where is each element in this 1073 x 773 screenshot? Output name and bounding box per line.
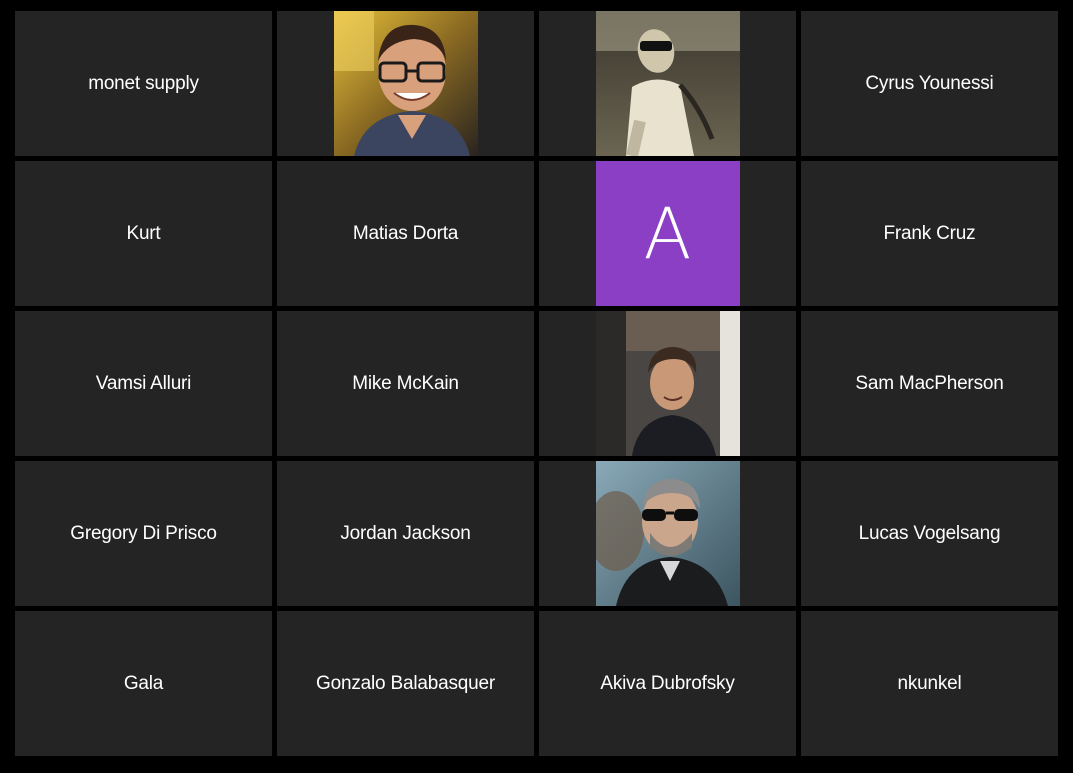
participant-tile[interactable]: Mike McKain [277,311,534,456]
participant-tile[interactable]: Gregory Di Prisco [15,461,272,606]
participant-name: Cyrus Younessi [865,72,994,94]
participant-name: Lucas Vogelsang [858,522,1001,544]
participant-tile[interactable]: Cyrus Younessi [801,11,1058,156]
participant-tile[interactable]: A [539,161,796,306]
participant-tile[interactable]: monet supply [15,11,272,156]
participant-name: Mike McKain [352,372,459,394]
participant-tile[interactable]: Kurt [15,161,272,306]
participant-tile[interactable]: Vamsi Alluri [15,311,272,456]
participant-name: Gonzalo Balabasquer [316,672,495,694]
participant-name: Sam MacPherson [855,372,1004,394]
participant-tile[interactable] [539,11,796,156]
participant-name: Kurt [126,222,161,244]
avatar: A [595,161,740,306]
participant-video-icon [595,461,740,606]
participant-tile[interactable]: Gonzalo Balabasquer [277,611,534,756]
participant-video-icon [595,11,740,156]
participant-name: Matias Dorta [352,222,459,244]
participant-name: Jordan Jackson [340,522,471,544]
participant-tile[interactable]: Lucas Vogelsang [801,461,1058,606]
participant-tile[interactable]: Akiva Dubrofsky [539,611,796,756]
participant-name: Akiva Dubrofsky [600,672,735,694]
participant-tile[interactable]: Gala [15,611,272,756]
participant-video-icon [595,311,740,456]
participant-grid: monet supply Cyrus Younessi Kurt Matias … [15,11,1058,756]
participant-tile[interactable]: Jordan Jackson [277,461,534,606]
participant-tile[interactable]: Frank Cruz [801,161,1058,306]
participant-tile[interactable]: Matias Dorta [277,161,534,306]
participant-name: nkunkel [897,672,962,694]
participant-video-icon [333,11,478,156]
participant-tile[interactable]: nkunkel [801,611,1058,756]
participant-tile[interactable]: Sam MacPherson [801,311,1058,456]
participant-name: Gregory Di Prisco [70,522,217,544]
participant-name: Gala [123,672,164,694]
participant-name: monet supply [88,72,199,94]
participant-tile[interactable] [539,311,796,456]
participant-tile[interactable] [277,11,534,156]
participant-tile[interactable] [539,461,796,606]
avatar-letter: A [643,192,692,275]
participant-name: Vamsi Alluri [95,372,192,394]
participant-name: Frank Cruz [883,222,976,244]
